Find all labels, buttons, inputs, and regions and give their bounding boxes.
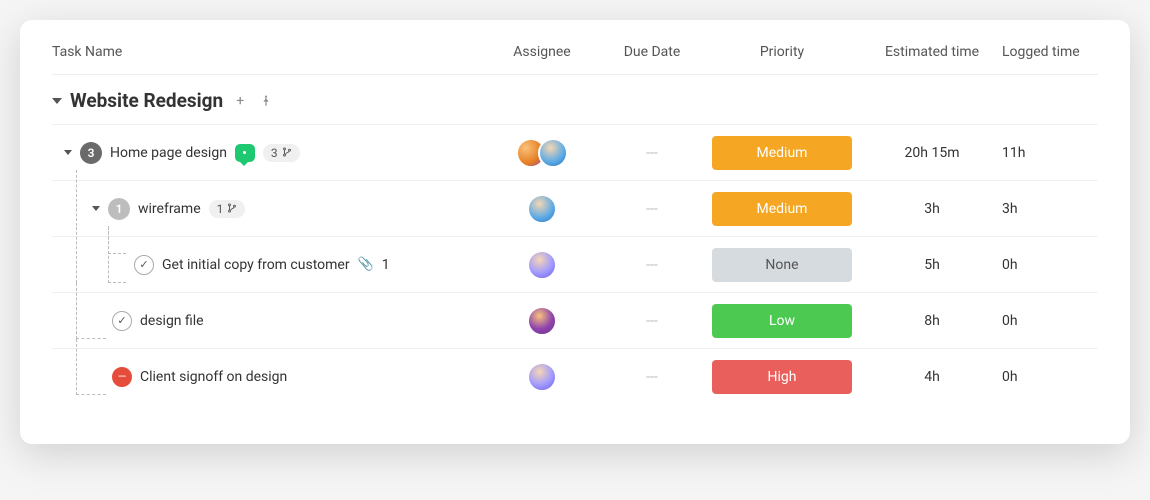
status-blocked-icon[interactable]: —	[112, 367, 132, 387]
task-row[interactable]: 1 wireframe 1 --- Medium 3h 3h	[52, 180, 1098, 236]
add-task-icon[interactable]: +	[231, 92, 249, 110]
priority-cell[interactable]: Medium	[702, 192, 862, 226]
due-date-cell[interactable]: ---	[602, 145, 702, 161]
estimated-cell[interactable]: 5h	[862, 257, 1002, 273]
task-name: wireframe	[138, 201, 201, 217]
pin-icon[interactable]	[257, 92, 275, 110]
assignee-cell[interactable]	[482, 362, 602, 392]
group-header[interactable]: Website Redesign +	[52, 75, 1098, 124]
priority-cell[interactable]: Low	[702, 304, 862, 338]
task-list-card: Task Name Assignee Due Date Priority Est…	[20, 20, 1130, 444]
avatar	[538, 138, 568, 168]
avatar	[527, 250, 557, 280]
column-header-name: Task Name	[52, 44, 482, 60]
estimated-cell[interactable]: 3h	[862, 201, 1002, 217]
task-row[interactable]: — Client signoff on design --- High 4h 0…	[52, 348, 1098, 404]
task-name-cell: ✓ Get initial copy from customer 📎 1	[52, 255, 482, 275]
column-header-estimated: Estimated time	[862, 44, 1002, 60]
avatar	[527, 194, 557, 224]
task-name: design file	[140, 313, 204, 329]
task-name-cell: ✓ design file	[52, 311, 482, 331]
subtask-pill[interactable]: 3	[263, 144, 300, 162]
status-open-icon[interactable]: ✓	[112, 311, 132, 331]
task-name: Home page design	[110, 145, 227, 161]
logged-cell[interactable]: 3h	[1002, 201, 1102, 217]
caret-down-icon[interactable]	[92, 206, 100, 211]
estimated-cell[interactable]: 20h 15m	[862, 145, 1002, 161]
due-date-cell[interactable]: ---	[602, 201, 702, 217]
task-name-cell: 3 Home page design 3	[52, 142, 482, 164]
caret-down-icon[interactable]	[64, 150, 72, 155]
avatar	[527, 362, 557, 392]
comment-icon[interactable]	[235, 144, 255, 162]
assignee-cell[interactable]	[482, 250, 602, 280]
subtask-pill[interactable]: 1	[209, 200, 246, 218]
task-row[interactable]: 3 Home page design 3 --- Medium 20h 15m …	[52, 124, 1098, 180]
estimated-cell[interactable]: 8h	[862, 313, 1002, 329]
due-date-cell[interactable]: ---	[602, 257, 702, 273]
column-header-row: Task Name Assignee Due Date Priority Est…	[52, 44, 1098, 75]
branch-icon	[227, 202, 237, 216]
task-name-cell: 1 wireframe 1	[52, 198, 482, 220]
logged-cell[interactable]: 11h	[1002, 145, 1102, 161]
task-row[interactable]: ✓ Get initial copy from customer 📎 1 ---…	[52, 236, 1098, 292]
avatar	[527, 306, 557, 336]
logged-cell[interactable]: 0h	[1002, 369, 1102, 385]
branch-icon	[282, 146, 292, 160]
attachment-icon[interactable]: 📎	[358, 257, 374, 272]
estimated-cell[interactable]: 4h	[862, 369, 1002, 385]
priority-cell[interactable]: High	[702, 360, 862, 394]
assignee-cell[interactable]	[482, 138, 602, 168]
logged-cell[interactable]: 0h	[1002, 257, 1102, 273]
priority-cell[interactable]: Medium	[702, 136, 862, 170]
column-header-assignee: Assignee	[482, 44, 602, 60]
task-row[interactable]: ✓ design file --- Low 8h 0h	[52, 292, 1098, 348]
column-header-priority: Priority	[702, 44, 862, 60]
assignee-cell[interactable]	[482, 306, 602, 336]
subtask-pill-count: 3	[271, 146, 278, 160]
task-name-cell: — Client signoff on design	[52, 367, 482, 387]
subtask-count-badge: 3	[80, 142, 102, 164]
due-date-cell[interactable]: ---	[602, 313, 702, 329]
group-title: Website Redesign	[70, 89, 223, 112]
task-name: Client signoff on design	[140, 369, 287, 385]
priority-cell[interactable]: None	[702, 248, 862, 282]
due-date-cell[interactable]: ---	[602, 369, 702, 385]
subtask-pill-count: 1	[217, 202, 224, 216]
caret-down-icon[interactable]	[52, 98, 62, 104]
assignee-cell[interactable]	[482, 194, 602, 224]
column-header-logged: Logged time	[1002, 44, 1102, 60]
logged-cell[interactable]: 0h	[1002, 313, 1102, 329]
subtask-count-badge: 1	[108, 198, 130, 220]
status-open-icon[interactable]: ✓	[134, 255, 154, 275]
column-header-due: Due Date	[602, 44, 702, 60]
attachment-count: 1	[382, 257, 390, 273]
task-name: Get initial copy from customer	[162, 257, 350, 273]
